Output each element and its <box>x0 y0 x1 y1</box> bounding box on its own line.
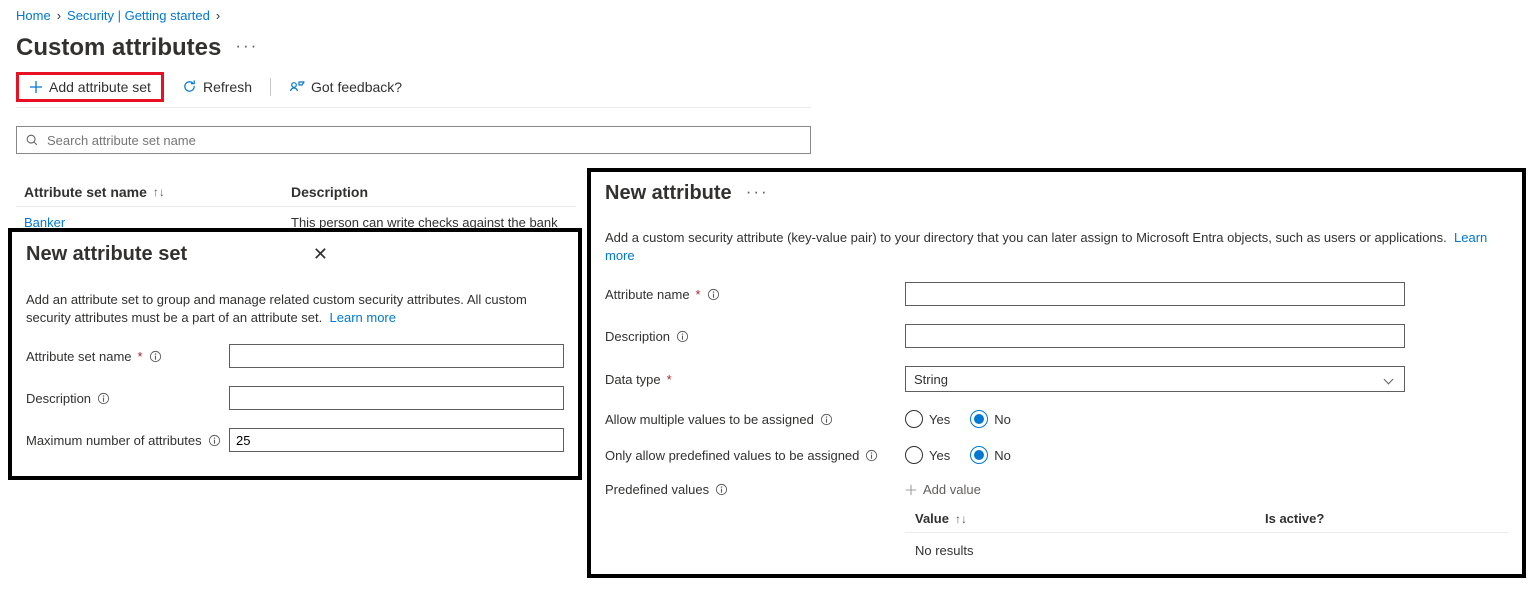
column-header-name[interactable]: Attribute set name ↑↓ <box>16 184 271 200</box>
toolbar: Add attribute set Refresh Got feedback? <box>16 72 811 108</box>
breadcrumb-security[interactable]: Security | Getting started <box>67 8 210 23</box>
radio-label-yes: Yes <box>929 412 950 427</box>
required-indicator: * <box>667 372 672 387</box>
attr-predef-label: Only allow predefined values to be assig… <box>605 448 859 463</box>
radio-label-no: No <box>994 448 1011 463</box>
radio-icon <box>905 446 923 464</box>
breadcrumb: Home › Security | Getting started › <box>16 4 1517 26</box>
chevron-down-icon <box>1384 374 1394 384</box>
required-indicator: * <box>696 287 701 302</box>
info-icon[interactable] <box>97 392 110 405</box>
set-max-label: Maximum number of attributes <box>26 433 202 448</box>
info-icon[interactable] <box>865 449 878 462</box>
pv-col-value-label: Value <box>915 511 949 526</box>
refresh-icon <box>182 79 197 94</box>
attr-multi-label: Allow multiple values to be assigned <box>605 412 814 427</box>
predef-yes-radio[interactable]: Yes <box>905 446 950 464</box>
attribute-set-name-input[interactable] <box>229 344 564 368</box>
panel-attr-description: Add a custom security attribute (key-val… <box>605 229 1508 264</box>
required-indicator: * <box>138 349 143 364</box>
add-value-label: Add value <box>923 482 981 497</box>
close-icon: ✕ <box>313 244 328 264</box>
new-attribute-set-title: New attribute set <box>26 243 187 266</box>
info-icon[interactable] <box>149 350 162 363</box>
pv-column-active[interactable]: Is active? <box>1265 511 1508 526</box>
add-value-button[interactable]: Add value <box>905 482 1508 497</box>
set-name-label: Attribute set name <box>26 349 132 364</box>
attr-type-label: Data type <box>605 372 661 387</box>
column-header-name-label: Attribute set name <box>24 184 147 200</box>
radio-label-yes: Yes <box>929 448 950 463</box>
pv-column-value[interactable]: Value ↑↓ <box>905 511 1265 526</box>
learn-more-link[interactable]: Learn more <box>330 310 396 325</box>
info-icon[interactable] <box>820 413 833 426</box>
add-attribute-set-button[interactable]: Add attribute set <box>25 77 155 97</box>
page-title: Custom attributes <box>16 34 221 62</box>
column-header-desc-label: Description <box>291 184 368 200</box>
attribute-set-desc-input[interactable] <box>229 386 564 410</box>
feedback-label: Got feedback? <box>311 79 402 95</box>
toolbar-separator <box>270 78 271 96</box>
refresh-button[interactable]: Refresh <box>178 77 256 97</box>
info-icon[interactable] <box>707 288 720 301</box>
multi-yes-radio[interactable]: Yes <box>905 410 950 428</box>
pv-no-results: No results <box>905 533 1508 568</box>
feedback-icon <box>289 79 305 95</box>
radio-icon <box>970 410 988 428</box>
more-icon[interactable]: ··· <box>235 46 258 50</box>
panel-set-desc-text: Add an attribute set to group and manage… <box>26 292 527 325</box>
set-desc-label: Description <box>26 391 91 406</box>
add-attribute-set-label: Add attribute set <box>49 79 151 95</box>
sort-icon: ↑↓ <box>955 512 967 526</box>
refresh-label: Refresh <box>203 79 252 95</box>
predef-no-radio[interactable]: No <box>970 446 1011 464</box>
plus-icon <box>905 484 917 496</box>
feedback-button[interactable]: Got feedback? <box>285 77 406 97</box>
new-attribute-set-panel: New attribute set ✕ Add an attribute set… <box>8 228 582 480</box>
attr-desc-label: Description <box>605 329 670 344</box>
sort-icon: ↑↓ <box>153 185 165 199</box>
info-icon[interactable] <box>715 483 728 496</box>
column-header-description[interactable]: Description <box>271 184 576 200</box>
pv-col-active-label: Is active? <box>1265 511 1324 526</box>
panel-set-description: Add an attribute set to group and manage… <box>26 291 564 326</box>
data-type-value: String <box>914 372 948 387</box>
radio-icon <box>905 410 923 428</box>
add-attribute-set-highlight: Add attribute set <box>16 72 164 102</box>
panel-attr-desc-text: Add a custom security attribute (key-val… <box>605 230 1447 245</box>
attribute-set-max-input[interactable] <box>229 428 564 452</box>
info-icon[interactable] <box>208 434 221 447</box>
new-attribute-title: New attribute <box>605 182 732 205</box>
plus-icon <box>29 80 43 94</box>
attribute-name-input[interactable] <box>905 282 1405 306</box>
data-type-select[interactable]: String <box>905 366 1405 392</box>
info-icon[interactable] <box>676 330 689 343</box>
radio-icon <box>970 446 988 464</box>
more-icon[interactable]: ··· <box>746 192 769 196</box>
close-button[interactable]: ✕ <box>307 242 334 267</box>
breadcrumb-home[interactable]: Home <box>16 8 51 23</box>
predef-values-label: Predefined values <box>605 482 709 497</box>
search-icon <box>25 133 39 147</box>
new-attribute-panel: New attribute ··· Add a custom security … <box>587 168 1526 578</box>
multi-no-radio[interactable]: No <box>970 410 1011 428</box>
attr-name-label: Attribute name <box>605 287 690 302</box>
chevron-right-icon: › <box>57 8 61 23</box>
attribute-desc-input[interactable] <box>905 324 1405 348</box>
chevron-right-icon: › <box>216 8 220 23</box>
search-box[interactable] <box>16 126 811 154</box>
radio-label-no: No <box>994 412 1011 427</box>
search-input[interactable] <box>45 132 802 149</box>
